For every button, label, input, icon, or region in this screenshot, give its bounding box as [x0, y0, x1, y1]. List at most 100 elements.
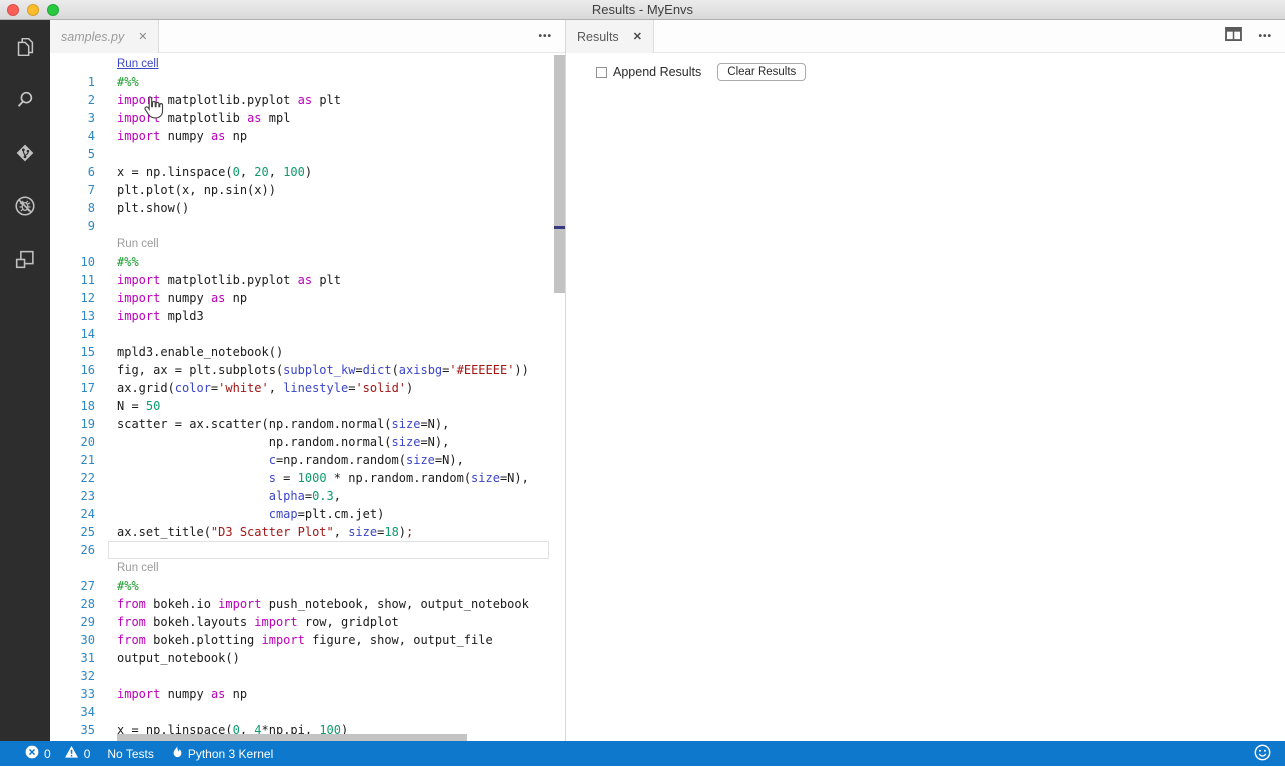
- kernel-status[interactable]: Python 3 Kernel: [171, 745, 273, 763]
- code-line[interactable]: 34: [50, 703, 565, 721]
- problems-indicator[interactable]: 0 0: [25, 745, 90, 762]
- close-tab-icon[interactable]: ✕: [633, 30, 642, 43]
- code-line[interactable]: 14: [50, 325, 565, 343]
- append-results-checkbox[interactable]: [596, 67, 607, 78]
- line-number[interactable]: 29: [50, 613, 95, 631]
- debug-icon[interactable]: [12, 193, 38, 219]
- line-number[interactable]: 25: [50, 523, 95, 541]
- run-cell-link[interactable]: Run cell: [117, 55, 159, 73]
- extensions-icon[interactable]: [12, 246, 38, 272]
- line-number[interactable]: 30: [50, 631, 95, 649]
- code-line[interactable]: 28from bokeh.io import push_notebook, sh…: [50, 595, 565, 613]
- line-number[interactable]: 7: [50, 181, 95, 199]
- code-line[interactable]: 7plt.plot(x, np.sin(x)): [50, 181, 565, 199]
- code-line[interactable]: 4import numpy as np: [50, 127, 565, 145]
- line-number[interactable]: 10: [50, 253, 95, 271]
- vertical-scrollbar[interactable]: [554, 53, 565, 741]
- code-line[interactable]: 10#%%: [50, 253, 565, 271]
- code-line[interactable]: 23 alpha=0.3,: [50, 487, 565, 505]
- scrollbar-thumb[interactable]: [554, 55, 565, 293]
- line-number[interactable]: 34: [50, 703, 95, 721]
- code-line[interactable]: 3import matplotlib as mpl: [50, 109, 565, 127]
- results-more-actions-icon[interactable]: •••: [1258, 31, 1272, 42]
- code-line[interactable]: 6x = np.linspace(0, 20, 100): [50, 163, 565, 181]
- code-line[interactable]: 19scatter = ax.scatter(np.random.normal(…: [50, 415, 565, 433]
- line-number[interactable]: 1: [50, 73, 95, 91]
- code-line[interactable]: 12import numpy as np: [50, 289, 565, 307]
- line-number[interactable]: 23: [50, 487, 95, 505]
- line-number[interactable]: 22: [50, 469, 95, 487]
- code-line[interactable]: 27#%%: [50, 577, 565, 595]
- line-number[interactable]: 21: [50, 451, 95, 469]
- line-number[interactable]: 5: [50, 145, 95, 163]
- run-cell-row[interactable]: Run cell: [50, 559, 565, 577]
- line-number[interactable]: 20: [50, 433, 95, 451]
- code-line[interactable]: 8plt.show(): [50, 199, 565, 217]
- line-number[interactable]: 15: [50, 343, 95, 361]
- line-number[interactable]: 4: [50, 127, 95, 145]
- code-line[interactable]: 16fig, ax = plt.subplots(subplot_kw=dict…: [50, 361, 565, 379]
- line-number[interactable]: 24: [50, 505, 95, 523]
- line-number[interactable]: 35: [50, 721, 95, 739]
- editor-more-actions-icon[interactable]: •••: [538, 31, 552, 42]
- code-line[interactable]: 5: [50, 145, 565, 163]
- line-number[interactable]: 27: [50, 577, 95, 595]
- code-line[interactable]: 2import matplotlib.pyplot as plt: [50, 91, 565, 109]
- line-number[interactable]: 19: [50, 415, 95, 433]
- run-cell-row[interactable]: Run cell: [50, 55, 565, 73]
- code-line[interactable]: 11import matplotlib.pyplot as plt: [50, 271, 565, 289]
- line-number[interactable]: 33: [50, 685, 95, 703]
- code-line[interactable]: 17ax.grid(color='white', linestyle='soli…: [50, 379, 565, 397]
- explorer-icon[interactable]: [12, 34, 38, 60]
- code-line[interactable]: 18N = 50: [50, 397, 565, 415]
- code-line[interactable]: 31output_notebook(): [50, 649, 565, 667]
- search-icon[interactable]: [12, 87, 38, 113]
- line-number[interactable]: 12: [50, 289, 95, 307]
- code-line[interactable]: 13import mpld3: [50, 307, 565, 325]
- line-number[interactable]: 31: [50, 649, 95, 667]
- line-number[interactable]: 6: [50, 163, 95, 181]
- close-window-button[interactable]: [7, 4, 19, 16]
- code-line[interactable]: 22 s = 1000 * np.random.random(size=N),: [50, 469, 565, 487]
- tab-results[interactable]: Results ✕: [566, 20, 654, 53]
- line-number[interactable]: 17: [50, 379, 95, 397]
- line-number[interactable]: 28: [50, 595, 95, 613]
- line-number[interactable]: 9: [50, 217, 95, 235]
- split-editor-icon[interactable]: [1225, 27, 1242, 46]
- feedback-smiley-icon[interactable]: [1254, 744, 1271, 764]
- line-number[interactable]: 14: [50, 325, 95, 343]
- clear-results-button[interactable]: Clear Results: [717, 63, 806, 81]
- code-line[interactable]: 24 cmap=plt.cm.jet): [50, 505, 565, 523]
- line-number[interactable]: 26: [50, 541, 95, 559]
- zoom-window-button[interactable]: [47, 4, 59, 16]
- line-number[interactable]: 3: [50, 109, 95, 127]
- code-line[interactable]: 29from bokeh.layouts import row, gridplo…: [50, 613, 565, 631]
- line-number[interactable]: 11: [50, 271, 95, 289]
- tests-status[interactable]: No Tests: [107, 747, 153, 761]
- code-line[interactable]: 21 c=np.random.random(size=N),: [50, 451, 565, 469]
- source-control-icon[interactable]: [12, 140, 38, 166]
- tab-samples-py[interactable]: samples.py ✕: [50, 20, 159, 53]
- code-line[interactable]: 25ax.set_title("D3 Scatter Plot", size=1…: [50, 523, 565, 541]
- code-line[interactable]: 32: [50, 667, 565, 685]
- line-number[interactable]: 18: [50, 397, 95, 415]
- horizontal-scrollbar[interactable]: [117, 734, 467, 741]
- code-line[interactable]: 26: [50, 541, 565, 559]
- run-cell-row[interactable]: Run cell: [50, 235, 565, 253]
- line-number[interactable]: 2: [50, 91, 95, 109]
- run-cell-link[interactable]: Run cell: [117, 235, 159, 253]
- code-line[interactable]: 9: [50, 217, 565, 235]
- code-line[interactable]: 15mpld3.enable_notebook(): [50, 343, 565, 361]
- code-line[interactable]: 1#%%: [50, 73, 565, 91]
- code-line[interactable]: 20 np.random.normal(size=N),: [50, 433, 565, 451]
- line-number[interactable]: 16: [50, 361, 95, 379]
- minimize-window-button[interactable]: [27, 4, 39, 16]
- code-line[interactable]: 33import numpy as np: [50, 685, 565, 703]
- line-number[interactable]: 8: [50, 199, 95, 217]
- close-tab-icon[interactable]: ✕: [138, 30, 147, 43]
- line-number[interactable]: 32: [50, 667, 95, 685]
- line-number[interactable]: 13: [50, 307, 95, 325]
- code-line[interactable]: 30from bokeh.plotting import figure, sho…: [50, 631, 565, 649]
- code-editor[interactable]: Run cell1#%%2import matplotlib.pyplot as…: [50, 53, 565, 741]
- run-cell-link[interactable]: Run cell: [117, 559, 159, 577]
